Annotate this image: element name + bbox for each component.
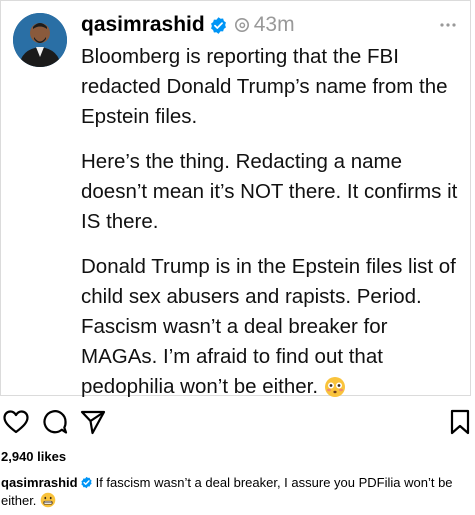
- avatar[interactable]: [13, 13, 67, 67]
- post-paragraph: Donald Trump is in the Epstein files lis…: [81, 252, 466, 407]
- caption-username[interactable]: qasimrashid: [1, 475, 78, 490]
- post-header: qasimrashid 43m: [81, 11, 458, 39]
- grimacing-face-icon: [40, 492, 56, 513]
- post-timestamp: 43m: [253, 13, 295, 36]
- likes-count[interactable]: 2,940 likes: [1, 449, 66, 464]
- post-paragraph: Here’s the thing. Redacting a name doesn…: [81, 150, 458, 233]
- embedded-post-card: qasimrashid 43m Bloomberg is reporting t…: [0, 0, 471, 398]
- post-username[interactable]: qasimrashid: [81, 13, 205, 37]
- verified-badge-icon: [209, 16, 228, 35]
- bookmark-icon[interactable]: [446, 408, 474, 436]
- post-paragraph-text: Donald Trump is in the Epstein files lis…: [81, 255, 456, 398]
- caption: qasimrashid If fascism wasn’t a deal bre…: [1, 474, 471, 513]
- post-paragraph: Bloomberg is reporting that the FBI reda…: [81, 45, 448, 128]
- send-icon[interactable]: [79, 408, 107, 436]
- heart-icon[interactable]: [2, 408, 30, 436]
- action-bar: [0, 408, 475, 438]
- flushed-face-icon: [324, 376, 346, 407]
- comment-icon[interactable]: [41, 408, 69, 436]
- post-text: Bloomberg is reporting that the FBI reda…: [81, 42, 466, 407]
- more-icon[interactable]: [438, 15, 458, 35]
- threads-logo-icon: [234, 17, 250, 33]
- verified-badge-icon: [80, 476, 93, 489]
